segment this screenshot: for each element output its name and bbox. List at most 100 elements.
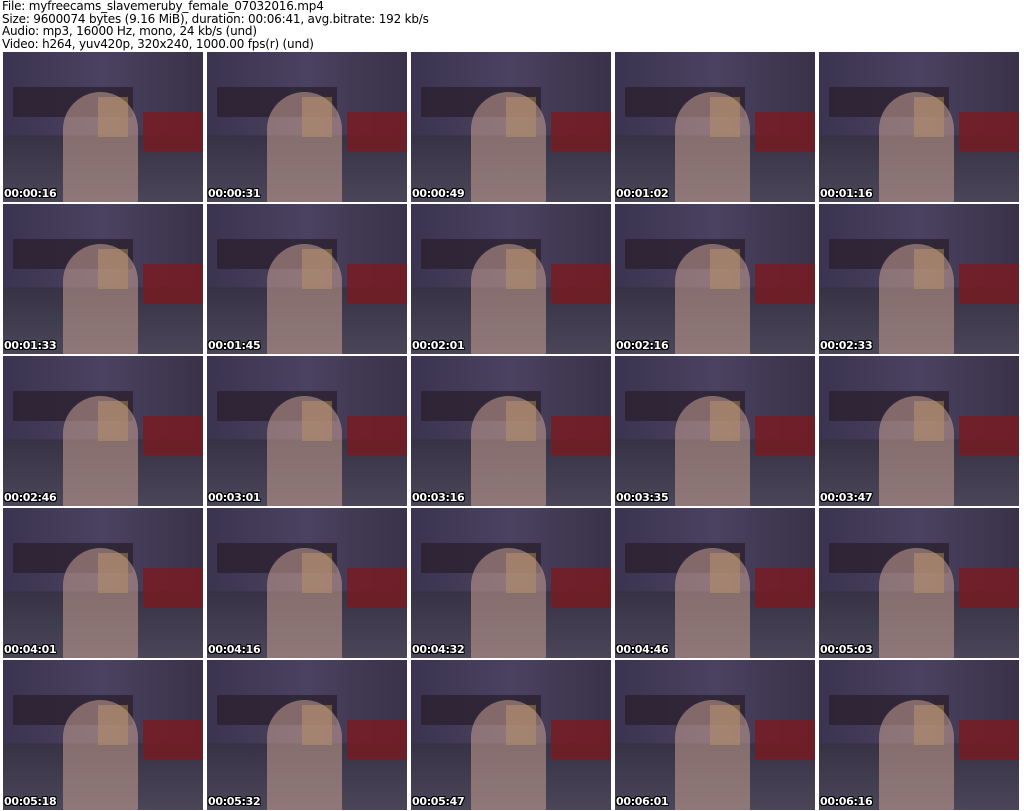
thumbnail-image: [143, 112, 203, 152]
thumbnail-timestamp: 00:04:32: [412, 643, 465, 656]
thumbnail-image: [267, 700, 342, 810]
thumbnail-image: [879, 244, 954, 354]
thumbnail-timestamp: 00:06:16: [820, 795, 873, 808]
video-thumbnail: 00:03:35: [615, 356, 815, 506]
thumbnail-image: [959, 264, 1019, 304]
thumbnail-timestamp: 00:05:18: [4, 795, 57, 808]
video-thumbnail: 00:00:16: [3, 52, 203, 202]
thumbnail-image: [143, 416, 203, 456]
thumbnail-image: [675, 700, 750, 810]
thumbnail-timestamp: 00:03:01: [208, 491, 261, 504]
thumbnail-image: [879, 700, 954, 810]
audio-info: Audio: mp3, 16000 Hz, mono, 24 kb/s (und…: [2, 24, 257, 38]
video-thumbnail: 00:05:47: [411, 660, 611, 810]
video-thumbnail: 00:02:33: [819, 204, 1019, 354]
thumbnail-timestamp: 00:02:33: [820, 339, 873, 352]
thumbnail-image: [755, 264, 815, 304]
video-thumbnail: 00:06:01: [615, 660, 815, 810]
thumbnail-grid: 00:00:16 00:00:31 00:00:49 00:01:02 00:01:16…: [3, 52, 1019, 810]
video-thumbnail: 00:01:02: [615, 52, 815, 202]
thumbnail-image: [675, 548, 750, 658]
thumbnail-image: [143, 264, 203, 304]
thumbnail-timestamp: 00:05:32: [208, 795, 261, 808]
thumbnail-image: [959, 720, 1019, 760]
file-name: File: myfreecams_slavemeruby_female_0703…: [2, 0, 324, 13]
thumbnail-image: [755, 416, 815, 456]
thumbnail-timestamp: 00:01:02: [616, 187, 669, 200]
video-thumbnail: 00:01:33: [3, 204, 203, 354]
thumbnail-image: [551, 112, 611, 152]
thumbnail-image: [959, 112, 1019, 152]
thumbnail-timestamp: 00:04:01: [4, 643, 57, 656]
thumbnail-image: [63, 92, 138, 202]
thumbnail-timestamp: 00:05:47: [412, 795, 465, 808]
thumbnail-image: [63, 396, 138, 506]
thumbnail-image: [471, 92, 546, 202]
thumbnail-image: [879, 92, 954, 202]
file-info-header: File: myfreecams_slavemeruby_female_0703…: [2, 0, 429, 50]
thumbnail-image: [143, 568, 203, 608]
thumbnail-image: [879, 548, 954, 658]
thumbnail-image: [267, 92, 342, 202]
video-thumbnail: 00:03:01: [207, 356, 407, 506]
thumbnail-timestamp: 00:01:33: [4, 339, 57, 352]
thumbnail-timestamp: 00:04:46: [616, 643, 669, 656]
thumbnail-image: [63, 548, 138, 658]
thumbnail-image: [267, 396, 342, 506]
thumbnail-image: [551, 264, 611, 304]
thumbnail-image: [471, 548, 546, 658]
thumbnail-timestamp: 00:02:46: [4, 491, 57, 504]
thumbnail-timestamp: 00:06:01: [616, 795, 669, 808]
video-thumbnail: 00:04:46: [615, 508, 815, 658]
thumbnail-image: [551, 416, 611, 456]
video-thumbnail: 00:04:01: [3, 508, 203, 658]
thumbnail-image: [755, 720, 815, 760]
thumbnail-image: [471, 244, 546, 354]
thumbnail-image: [879, 396, 954, 506]
video-thumbnail: 00:02:46: [3, 356, 203, 506]
thumbnail-timestamp: 00:00:16: [4, 187, 57, 200]
thumbnail-image: [347, 720, 407, 760]
video-thumbnail: 00:01:16: [819, 52, 1019, 202]
video-thumbnail: 00:02:01: [411, 204, 611, 354]
thumbnail-timestamp: 00:01:45: [208, 339, 261, 352]
thumbnail-timestamp: 00:04:16: [208, 643, 261, 656]
thumbnail-image: [675, 92, 750, 202]
thumbnail-image: [347, 568, 407, 608]
thumbnail-timestamp: 00:00:49: [412, 187, 465, 200]
video-thumbnail: 00:03:16: [411, 356, 611, 506]
thumbnail-image: [959, 416, 1019, 456]
thumbnail-image: [959, 568, 1019, 608]
video-thumbnail: 00:05:18: [3, 660, 203, 810]
thumbnail-image: [267, 244, 342, 354]
thumbnail-image: [347, 264, 407, 304]
thumbnail-image: [675, 244, 750, 354]
video-thumbnail: 00:00:31: [207, 52, 407, 202]
thumbnail-image: [347, 416, 407, 456]
thumbnail-image: [267, 548, 342, 658]
thumbnail-image: [471, 396, 546, 506]
video-info: Video: h264, yuv420p, 320x240, 1000.00 f…: [2, 36, 314, 51]
video-thumbnail: 00:00:49: [411, 52, 611, 202]
video-thumbnail: 00:03:47: [819, 356, 1019, 506]
thumbnail-timestamp: 00:03:16: [412, 491, 465, 504]
thumbnail-image: [143, 720, 203, 760]
thumbnail-image: [551, 568, 611, 608]
video-thumbnail: 00:05:03: [819, 508, 1019, 658]
video-thumbnail: 00:01:45: [207, 204, 407, 354]
video-thumbnail: 00:06:16: [819, 660, 1019, 810]
thumbnail-image: [471, 700, 546, 810]
thumbnail-timestamp: 00:01:16: [820, 187, 873, 200]
thumbnail-timestamp: 00:00:31: [208, 187, 261, 200]
video-thumbnail: 00:02:16: [615, 204, 815, 354]
thumbnail-timestamp: 00:03:47: [820, 491, 873, 504]
thumbnail-timestamp: 00:05:03: [820, 643, 873, 656]
thumbnail-image: [675, 396, 750, 506]
thumbnail-timestamp: 00:03:35: [616, 491, 669, 504]
thumbnail-image: [551, 720, 611, 760]
thumbnail-timestamp: 00:02:01: [412, 339, 465, 352]
thumbnail-image: [755, 568, 815, 608]
thumbnail-image: [755, 112, 815, 152]
thumbnail-image: [63, 244, 138, 354]
video-thumbnail: 00:04:32: [411, 508, 611, 658]
